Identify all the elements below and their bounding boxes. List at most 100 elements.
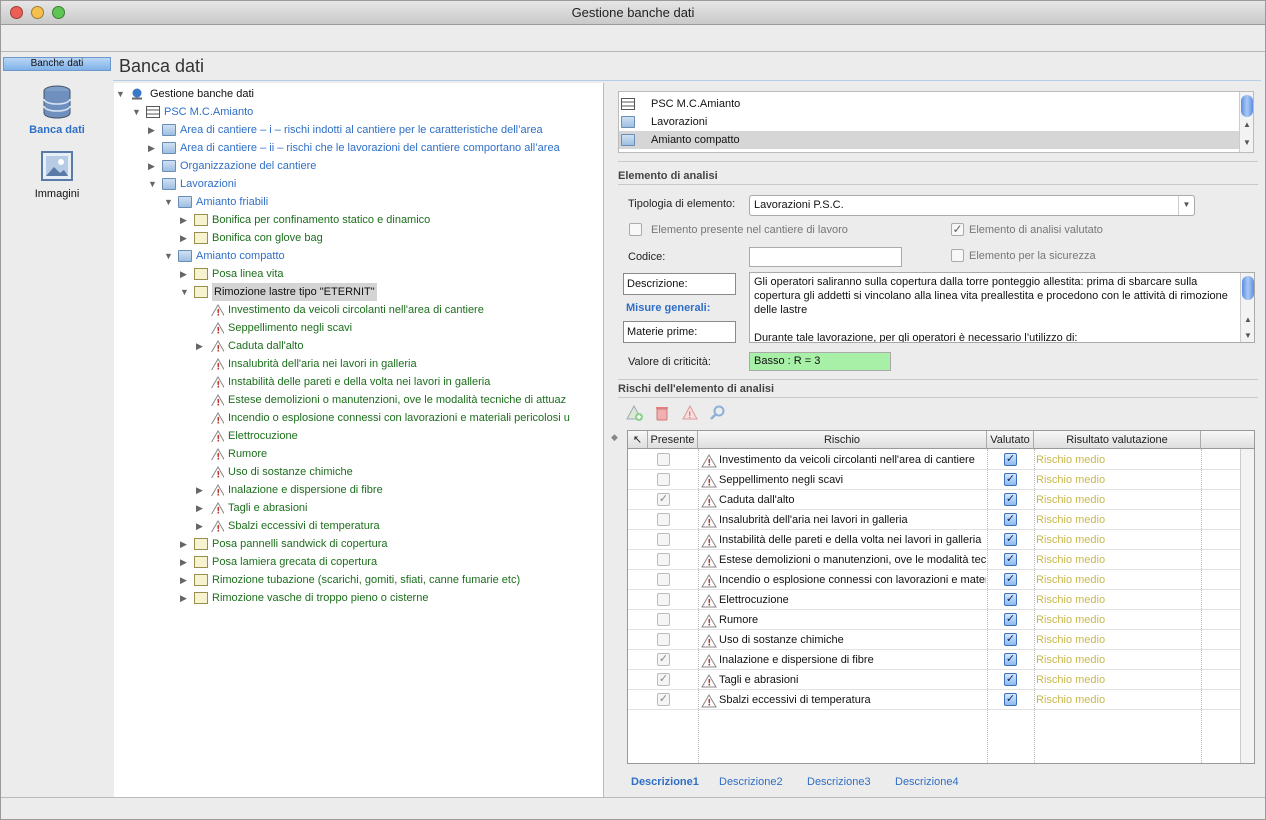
disclosure-open-icon[interactable]: ▼ [148, 175, 158, 193]
disclosure-closed-icon[interactable]: ▶ [196, 337, 206, 355]
table-row[interactable]: ✓! Sbalzi eccessivi di temperatura ✓ Rischi… [628, 690, 1241, 710]
description-scrollbar[interactable]: ▲ ▼ [1240, 273, 1254, 342]
column-header-valutato[interactable]: Valutato [987, 431, 1034, 449]
presente-checkbox[interactable] [629, 223, 642, 236]
table-row[interactable]: ! Uso di sostanze chimiche ✓ Rischio medio [628, 630, 1241, 650]
valutato-checkbox[interactable]: ✓ [1004, 533, 1017, 546]
presente-checkbox[interactable] [657, 613, 670, 626]
disclosure-open-icon[interactable]: ▼ [164, 247, 174, 265]
chevron-down-icon[interactable]: ▼ [1178, 196, 1194, 215]
trash-icon[interactable] [654, 405, 670, 421]
disclosure-closed-icon[interactable]: ▶ [148, 157, 158, 175]
scroll-thumb[interactable] [1241, 95, 1253, 117]
sidebar-item-banca-dati[interactable]: Banca dati [1, 85, 113, 136]
disclosure-open-icon[interactable]: ▼ [180, 283, 190, 301]
presente-checkbox[interactable] [657, 473, 670, 486]
disclosure-closed-icon[interactable]: ▶ [180, 535, 190, 553]
disclosure-closed-icon[interactable]: ▶ [180, 553, 190, 571]
valutato-checkbox[interactable]: ✓ [1004, 613, 1017, 626]
column-header-rischio[interactable]: Rischio [698, 431, 987, 449]
tab-descrizione2[interactable]: Descrizione2 [719, 776, 783, 788]
table-row[interactable]: ! Elettrocuzione ✓ Rischio medio [628, 590, 1241, 610]
valutato-checkbox[interactable]: ✓ [1004, 473, 1017, 486]
disclosure-open-icon[interactable]: ▼ [132, 103, 142, 121]
description-textarea[interactable]: Gli operatori saliranno sulla copertura … [749, 272, 1255, 343]
disclosure-closed-icon[interactable]: ▶ [148, 139, 158, 157]
table-row[interactable]: ! Rumore ✓ Rischio medio [628, 610, 1241, 630]
table-row[interactable]: ! Estese demolizioni o manutenzioni, ove … [628, 550, 1241, 570]
search-icon[interactable] [710, 405, 726, 421]
presente-checkbox[interactable] [657, 573, 670, 586]
breadcrumb-item[interactable]: Lavorazioni [619, 113, 1241, 131]
presente-checkbox[interactable] [657, 593, 670, 606]
breadcrumb-item[interactable]: PSC M.C.Amianto [619, 95, 1241, 113]
table-row[interactable]: ✓! Caduta dall'alto ✓ Rischio medio [628, 490, 1241, 510]
disclosure-closed-icon[interactable]: ▶ [196, 481, 206, 499]
presente-checkbox[interactable]: ✓ [657, 493, 670, 506]
scroll-up-icon[interactable]: ▲ [1243, 120, 1251, 129]
disclosure-closed-icon[interactable]: ▶ [196, 517, 206, 535]
sidebar-item-immagini[interactable]: Immagini [1, 151, 113, 200]
table-row[interactable]: ✓! Tagli e abrasioni ✓ Rischio medio [628, 670, 1241, 690]
valutato-checkbox[interactable]: ✓ [1004, 673, 1017, 686]
table-row[interactable]: ! Seppellimento negli scavi ✓ Rischio medio [628, 470, 1241, 490]
disclosure-closed-icon[interactable]: ▶ [180, 589, 190, 607]
valutato-checkbox[interactable]: ✓ [1004, 453, 1017, 466]
table-row[interactable]: ! Investimento da veicoli circolanti nell… [628, 450, 1241, 470]
sicurezza-checkbox[interactable] [951, 249, 964, 262]
scroll-down-icon[interactable]: ▼ [1243, 138, 1251, 147]
minimize-button[interactable] [31, 6, 44, 19]
materie-button[interactable]: Materie prime: [623, 321, 736, 343]
column-header-presente[interactable]: Presente [648, 431, 698, 449]
table-row[interactable]: ✓! Inalazione e dispersione di fibre ✓ Risc… [628, 650, 1241, 670]
risks-scrollbar[interactable] [1240, 449, 1254, 763]
table-row[interactable]: ! Insalubrità dell'aria nei lavori in gal… [628, 510, 1241, 530]
disclosure-closed-icon[interactable]: ▶ [180, 211, 190, 229]
presente-checkbox[interactable] [657, 553, 670, 566]
disclosure-closed-icon[interactable]: ▶ [180, 571, 190, 589]
valutato-checkbox[interactable]: ✓ [1004, 693, 1017, 706]
valutato-checkbox[interactable]: ✓ [951, 223, 964, 236]
valutato-checkbox[interactable]: ✓ [1004, 633, 1017, 646]
warning-edit-icon[interactable]: ! [682, 405, 700, 421]
valutato-checkbox[interactable]: ✓ [1004, 553, 1017, 566]
presente-checkbox[interactable]: ✓ [657, 653, 670, 666]
table-row[interactable]: ! Instabilità delle pareti e della volta … [628, 530, 1241, 550]
scroll-up-icon[interactable]: ▲ [1244, 313, 1252, 327]
tab-descrizione3[interactable]: Descrizione3 [807, 776, 871, 788]
misure-link[interactable]: Misure generali: [626, 302, 710, 314]
zoom-button[interactable] [52, 6, 65, 19]
column-header-select[interactable]: ↖ [628, 431, 648, 449]
scroll-down-icon[interactable]: ▼ [1244, 329, 1252, 342]
disclosure-open-icon[interactable]: ▼ [116, 85, 126, 103]
add-risk-icon[interactable] [626, 405, 644, 421]
breadcrumb-item-selected[interactable]: Amianto compatto [619, 131, 1241, 149]
presente-checkbox[interactable] [657, 453, 670, 466]
disclosure-closed-icon[interactable]: ▶ [148, 121, 158, 139]
disclosure-closed-icon[interactable]: ▶ [180, 265, 190, 283]
tipologia-select[interactable]: Lavorazioni P.S.C. ▼ [749, 195, 1195, 216]
splitter-handle-icon[interactable]: ◆ [611, 432, 618, 443]
tab-descrizione4[interactable]: Descrizione4 [895, 776, 959, 788]
disclosure-closed-icon[interactable]: ▶ [196, 499, 206, 517]
presente-checkbox[interactable]: ✓ [657, 693, 670, 706]
table-row[interactable]: ! Incendio o esplosione connessi con lavo… [628, 570, 1241, 590]
descrizione-button[interactable]: Descrizione: [623, 273, 736, 295]
scroll-thumb[interactable] [1242, 276, 1254, 300]
disclosure-closed-icon[interactable]: ▶ [180, 229, 190, 247]
valutato-checkbox[interactable]: ✓ [1004, 593, 1017, 606]
disclosure-open-icon[interactable]: ▼ [164, 193, 174, 211]
codice-input[interactable] [749, 247, 902, 267]
breadcrumb-scrollbar[interactable]: ▲ ▼ [1239, 92, 1253, 152]
presente-checkbox[interactable] [657, 633, 670, 646]
column-header-risultato[interactable]: Risultato valutazione [1034, 431, 1201, 449]
tab-descrizione1[interactable]: Descrizione1 [631, 776, 699, 788]
valutato-checkbox[interactable]: ✓ [1004, 653, 1017, 666]
valutato-checkbox[interactable]: ✓ [1004, 493, 1017, 506]
valutato-checkbox[interactable]: ✓ [1004, 513, 1017, 526]
presente-checkbox[interactable] [657, 533, 670, 546]
presente-checkbox[interactable]: ✓ [657, 673, 670, 686]
presente-checkbox[interactable] [657, 513, 670, 526]
close-button[interactable] [10, 6, 23, 19]
valutato-checkbox[interactable]: ✓ [1004, 573, 1017, 586]
